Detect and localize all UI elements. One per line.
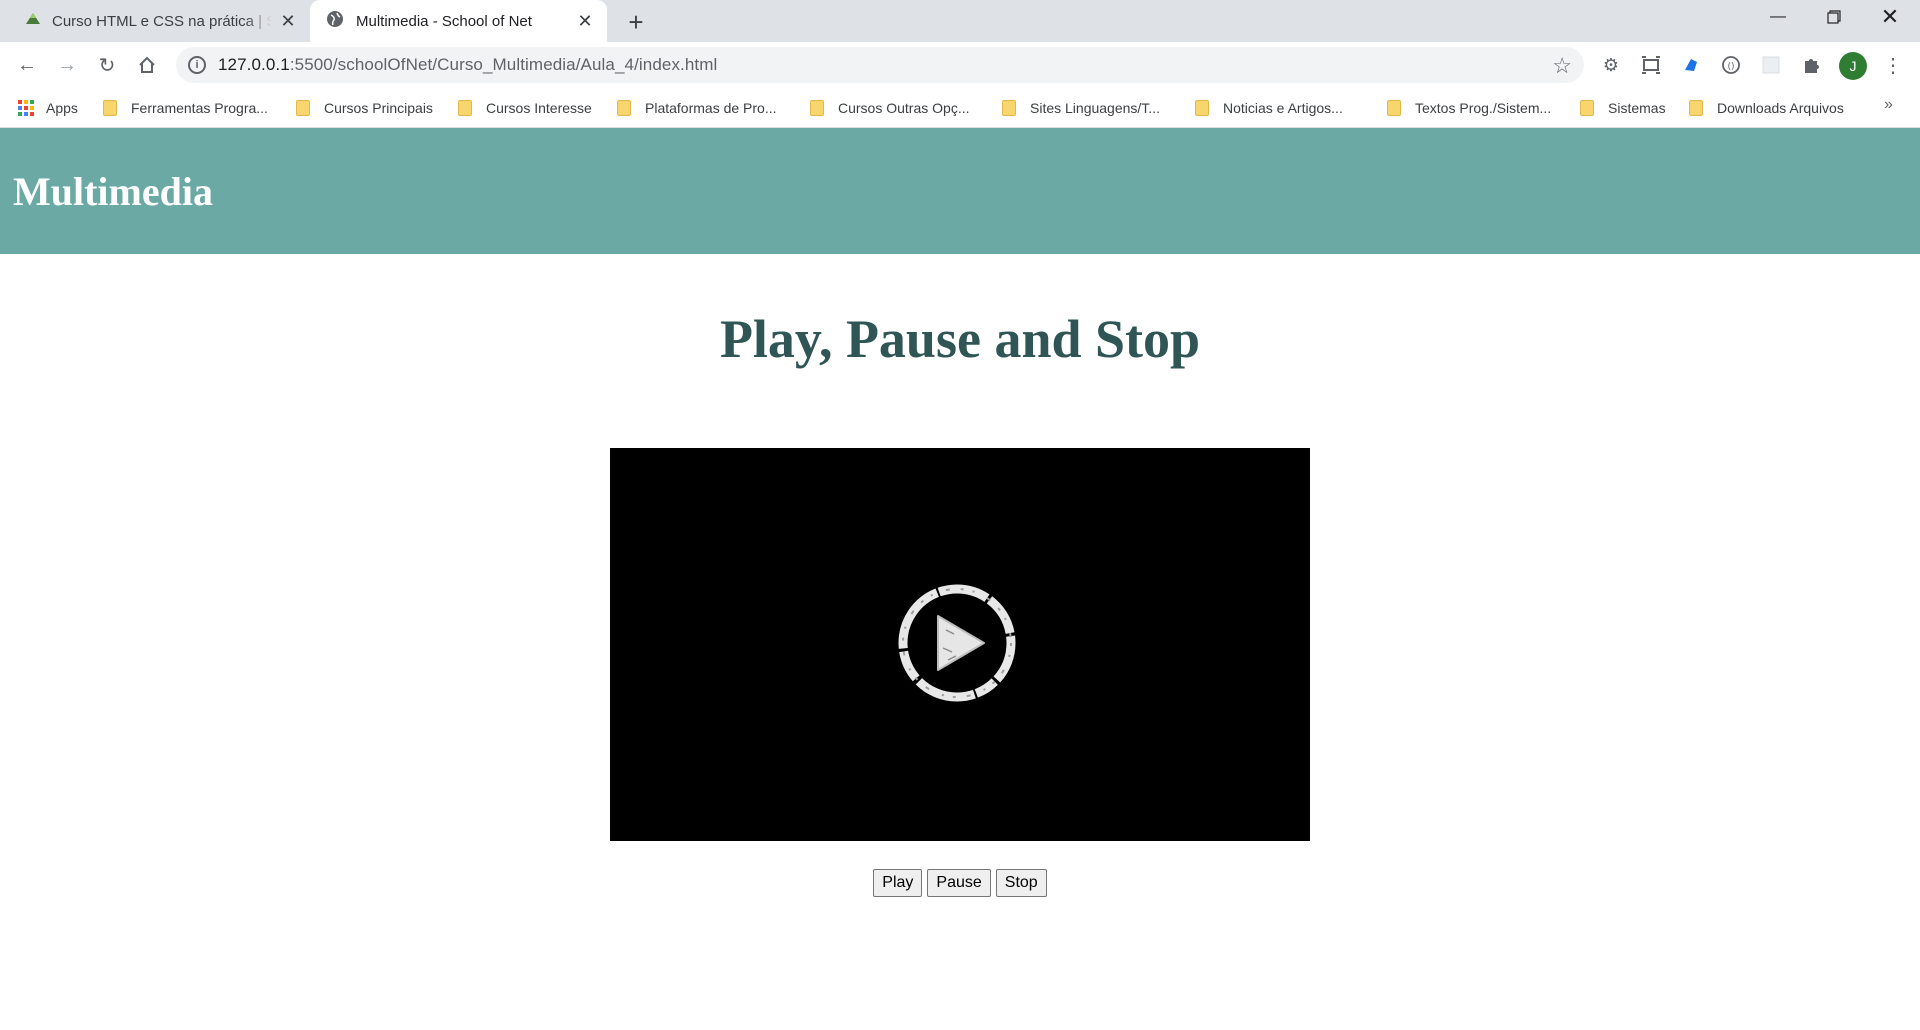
folder-icon [458, 100, 472, 116]
extension-blank-icon[interactable] [1758, 52, 1784, 78]
bookmark-label: Cursos Principais [324, 100, 433, 116]
profile-avatar[interactable]: J [1839, 52, 1867, 80]
play-button[interactable]: Play [873, 869, 923, 897]
back-arrow-icon[interactable]: ← [12, 50, 42, 80]
bookmark-label: Downloads Arquivos [1717, 100, 1844, 116]
bookmark-label: Sistemas [1608, 100, 1666, 116]
pause-button[interactable]: Pause [927, 869, 991, 897]
apps-grid-icon [18, 100, 34, 116]
folder-icon [1580, 100, 1594, 116]
page-title: Play, Pause and Stop [719, 309, 1201, 369]
bookmark-label: Sites Linguagens/T... [1030, 100, 1160, 116]
extension-blue-icon[interactable] [1678, 52, 1704, 78]
folder-icon [1195, 100, 1209, 116]
site-header: Multimedia [0, 128, 1920, 254]
bookmarks-overflow-button[interactable]: » [1884, 96, 1893, 114]
bookmark-folder[interactable]: Plataformas de Pro... [617, 96, 777, 120]
bookmark-folder[interactable]: Cursos Interesse [458, 96, 592, 120]
folder-icon [810, 100, 824, 116]
tab-course-html-css[interactable]: Curso HTML e CSS na prática | Sc ✕ [10, 0, 310, 42]
bookmark-label: Noticias e Artigos... [1223, 100, 1343, 116]
home-icon[interactable] [132, 50, 162, 80]
stop-button[interactable]: Stop [995, 869, 1047, 897]
reload-icon[interactable]: ↻ [92, 50, 122, 80]
restore-icon[interactable] [1806, 0, 1862, 34]
bookmark-folder[interactable]: Downloads Arquivos [1689, 96, 1844, 120]
forward-arrow-icon[interactable]: → [52, 50, 82, 80]
tab-title: Multimedia - School of Net [356, 12, 532, 30]
site-info-icon[interactable]: i [188, 56, 206, 74]
bookmark-label: Ferramentas Progra... [131, 100, 268, 116]
address-bar[interactable]: i 127.0.0.1:5500/schoolOfNet/Curso_Multi… [176, 47, 1584, 83]
video-player[interactable] [610, 448, 1310, 841]
svg-text:(): () [1727, 62, 1734, 72]
url-path: :5500/schoolOfNet/Curso_Multimedia/Aula_… [289, 55, 718, 74]
school-of-net-icon [24, 10, 42, 32]
bookmark-folder[interactable]: Sistemas [1580, 96, 1666, 120]
tab-title: Curso HTML e CSS na prática | Sc [52, 12, 272, 30]
bookmark-folder[interactable]: Noticias e Artigos... [1195, 96, 1343, 120]
bookmark-label: Plataformas de Pro... [645, 100, 777, 116]
play-circle-icon[interactable] [896, 582, 1018, 704]
folder-icon [103, 100, 117, 116]
bookmarks-bar: Apps Ferramentas Progra... Cursos Princi… [0, 88, 1920, 128]
folder-icon [617, 100, 631, 116]
bookmark-folder[interactable]: Cursos Principais [296, 96, 433, 120]
bookmark-label: Cursos Outras Opç... [838, 100, 970, 116]
bookmark-label: Textos Prog./Sistem... [1415, 100, 1552, 116]
bookmark-star-icon[interactable]: ☆ [1552, 53, 1572, 79]
folder-icon [1689, 100, 1703, 116]
site-header-title: Multimedia [13, 169, 213, 214]
plus-icon[interactable]: + [622, 7, 650, 37]
folder-icon [296, 100, 310, 116]
tab-multimedia[interactable]: Multimedia - School of Net ✕ [310, 0, 607, 42]
browser-toolbar: ← → ↻ i 127.0.0.1:5500/schoolOfNet/Curso… [0, 42, 1920, 88]
url-host: 127.0.0.1 [218, 55, 290, 74]
url-text[interactable]: 127.0.0.1:5500/schoolOfNet/Curso_Multime… [218, 55, 717, 75]
bookmark-apps[interactable]: Apps [18, 96, 78, 120]
tab-strip: Curso HTML e CSS na prática | Sc ✕ Multi… [0, 0, 1920, 42]
bookmark-label: Cursos Interesse [486, 100, 592, 116]
extension-code-icon[interactable]: () [1718, 52, 1744, 78]
folder-icon [1002, 100, 1016, 116]
screenshot-extension-icon[interactable] [1638, 52, 1664, 78]
close-tab-icon[interactable]: ✕ [575, 11, 595, 31]
close-tab-icon[interactable]: ✕ [278, 11, 298, 31]
extension-gear-icon[interactable]: ⚙ [1598, 52, 1624, 78]
bookmark-folder[interactable]: Cursos Outras Opç... [810, 96, 969, 120]
more-menu-icon[interactable]: ⋮ [1880, 52, 1906, 78]
close-icon[interactable]: ✕ [1862, 0, 1918, 34]
bookmark-folder[interactable]: Textos Prog./Sistem... [1387, 96, 1551, 120]
video-controls: Play Pause Stop [0, 869, 1920, 897]
globe-icon [326, 10, 344, 32]
puzzle-icon[interactable] [1798, 52, 1824, 78]
bookmark-folder[interactable]: Sites Linguagens/T... [1002, 96, 1160, 120]
minimize-icon[interactable]: — [1750, 0, 1806, 34]
folder-icon [1387, 100, 1401, 116]
bookmark-folder[interactable]: Ferramentas Progra... [103, 96, 268, 120]
bookmark-label: Apps [46, 100, 78, 116]
